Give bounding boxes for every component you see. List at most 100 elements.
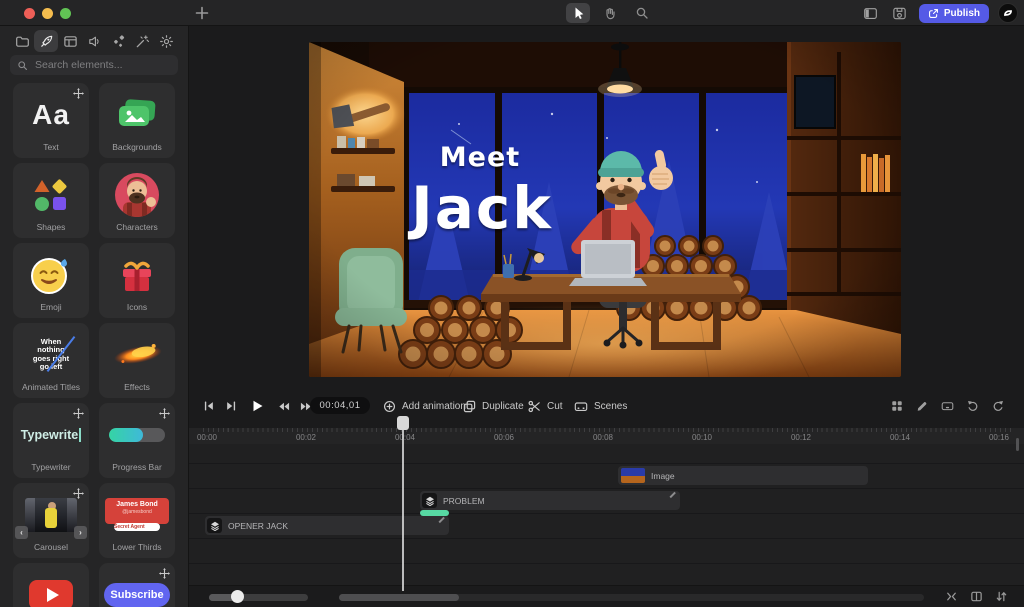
cursor-tool-button[interactable] — [566, 3, 590, 23]
gift-icon — [118, 257, 156, 293]
plus-circle-icon — [383, 400, 396, 413]
zoom-slider-knob[interactable] — [231, 590, 244, 603]
clip-label: OPENER JACK — [228, 521, 288, 531]
share-icon — [928, 8, 939, 19]
lane-divider — [189, 463, 1024, 464]
sort-tracks-button[interactable] — [995, 590, 1008, 603]
video-canvas[interactable]: Meet Jack — [309, 42, 901, 377]
card-carousel[interactable]: ‹ › Carousel — [13, 483, 89, 558]
skip-start-button[interactable] — [203, 400, 215, 412]
scrollbar-handle[interactable] — [339, 594, 459, 601]
split-panel-button[interactable] — [970, 590, 983, 603]
elements-search[interactable] — [10, 55, 178, 75]
playhead-handle[interactable] — [397, 416, 409, 430]
zoom-window-button[interactable] — [60, 8, 71, 19]
canvas-tools — [566, 2, 654, 24]
cut-button[interactable]: Cut — [528, 393, 563, 419]
ruler-tick: 00:02 — [296, 433, 316, 442]
sparkle-dots-icon — [111, 34, 126, 49]
nav-settings-button[interactable] — [154, 30, 178, 52]
cursor-icon — [571, 6, 585, 20]
close-window-button[interactable] — [24, 8, 35, 19]
gear-icon — [159, 34, 174, 49]
undo-button[interactable] — [967, 400, 979, 412]
carousel-next-button[interactable]: › — [74, 526, 87, 539]
text-preview: Aa — [32, 99, 70, 131]
card-shapes[interactable]: Shapes — [13, 163, 89, 238]
card-label: Emoji — [13, 302, 89, 312]
clip-problem[interactable]: PROBLEM — [420, 491, 680, 510]
card-effects[interactable]: Effects — [99, 323, 175, 398]
scene-meet-jack: Meet Jack — [309, 42, 901, 377]
drag-handle-icon[interactable] — [159, 568, 170, 579]
timeline-scrollbar[interactable] — [339, 594, 924, 601]
captions-button[interactable] — [941, 400, 954, 412]
elements-sidebar: Aa Text Backgrounds — [0, 26, 189, 607]
card-label: Text — [13, 142, 89, 152]
publish-button[interactable]: Publish — [919, 4, 989, 23]
nav-templates-button[interactable] — [58, 30, 82, 52]
card-label: Carousel — [13, 542, 89, 552]
skip-end-button[interactable] — [225, 400, 237, 412]
minimize-window-button[interactable] — [42, 8, 53, 19]
ruler-tick: 00:00 — [197, 433, 217, 442]
clip-label: PROBLEM — [443, 496, 485, 506]
search-input[interactable] — [33, 58, 163, 72]
card-backgrounds[interactable]: Backgrounds — [99, 83, 175, 158]
clip-image[interactable]: Image — [618, 466, 868, 485]
timecode-display[interactable]: 00:04,01 — [310, 397, 370, 414]
card-label: Characters — [99, 222, 175, 232]
card-icons[interactable]: Icons — [99, 243, 175, 318]
card-text[interactable]: Aa Text — [13, 83, 89, 158]
scenes-button[interactable]: Scenes — [574, 393, 627, 419]
card-progress-bar[interactable]: Progress Bar — [99, 403, 175, 478]
search-tool-button[interactable] — [630, 3, 654, 23]
ruler-tick: 00:08 — [593, 433, 613, 442]
toggle-panel-button[interactable] — [861, 3, 881, 23]
card-subscribe[interactable]: Subscribe — [99, 563, 175, 607]
grid-view-button[interactable] — [891, 400, 903, 412]
sidebar-nav — [10, 30, 178, 52]
clip-thumbnail — [621, 468, 645, 483]
duplicate-icon — [463, 400, 476, 413]
search-icon — [17, 60, 28, 71]
account-avatar[interactable] — [998, 3, 1018, 23]
card-animated-titles[interactable]: When nothing goes right go left Animated… — [13, 323, 89, 398]
card-label: Icons — [99, 302, 175, 312]
drag-handle-icon[interactable] — [73, 88, 84, 99]
emoji-icon — [30, 255, 72, 295]
marker-tool-button[interactable] — [916, 400, 928, 412]
redo-button[interactable] — [992, 400, 1004, 412]
drag-handle-icon[interactable] — [73, 408, 84, 419]
nav-elements-button[interactable] — [34, 30, 58, 52]
add-scene-button[interactable] — [194, 5, 210, 21]
vertical-scrollbar[interactable] — [1016, 438, 1019, 451]
add-animation-button[interactable]: Add animation — [383, 393, 466, 419]
drag-handle-icon[interactable] — [159, 408, 170, 419]
collapse-tracks-button[interactable] — [945, 590, 958, 603]
nav-folder-button[interactable] — [10, 30, 34, 52]
card-label: Animated Titles — [13, 382, 89, 392]
card-emoji[interactable]: Emoji — [13, 243, 89, 318]
carousel-prev-button[interactable]: ‹ — [15, 526, 28, 539]
timeline-ruler[interactable]: 00:00 00:02 00:04 00:06 00:08 00:10 00:1… — [189, 428, 1024, 444]
play-button[interactable] — [250, 399, 264, 413]
nav-effects-button[interactable] — [130, 30, 154, 52]
typewriter-preview: Typewrite — [21, 428, 78, 442]
nav-transitions-button[interactable] — [106, 30, 130, 52]
save-button[interactable] — [890, 3, 910, 23]
ruler-tick: 00:10 — [692, 433, 712, 442]
nav-audio-button[interactable] — [82, 30, 106, 52]
card-label: Typewriter — [13, 462, 89, 472]
card-label: Shapes — [13, 222, 89, 232]
clip-opener-jack[interactable]: OPENER JACK — [205, 516, 449, 535]
card-label: Effects — [99, 382, 175, 392]
rewind-button[interactable] — [277, 400, 290, 413]
timeline-zoom-slider[interactable] — [209, 594, 308, 601]
card-characters[interactable]: Characters — [99, 163, 175, 238]
duplicate-button[interactable]: Duplicate — [463, 393, 524, 419]
card-lower-thirds[interactable]: James Bond @jamesbond Secret Agent Lower… — [99, 483, 175, 558]
hand-tool-button[interactable] — [598, 3, 622, 23]
card-typewriter[interactable]: Typewrite Typewriter — [13, 403, 89, 478]
card-youtube[interactable] — [13, 563, 89, 607]
